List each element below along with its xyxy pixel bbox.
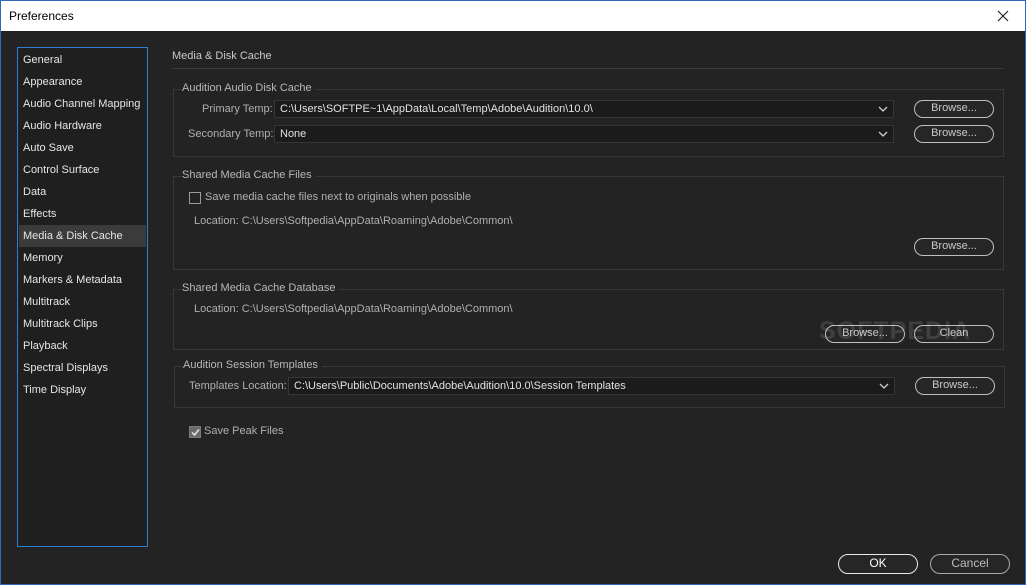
ok-button[interactable]: OK xyxy=(838,554,918,574)
primary-temp-label: Primary Temp: xyxy=(202,103,273,115)
save-next-to-originals-checkbox[interactable] xyxy=(189,192,201,204)
sidebar-item-playback[interactable]: Playback xyxy=(19,335,146,357)
sidebar-item-audio-hardware[interactable]: Audio Hardware xyxy=(19,115,146,137)
secondary-temp-browse-button[interactable]: Browse... xyxy=(914,125,994,143)
softpedia-watermark: SOFTPEDIA xyxy=(819,317,972,345)
sidebar-item-data[interactable]: Data xyxy=(19,181,146,203)
sidebar-item-control-surface[interactable]: Control Surface xyxy=(19,159,146,181)
chevron-down-icon xyxy=(878,106,888,112)
sidebar-item-multitrack-clips[interactable]: Multitrack Clips xyxy=(19,313,146,335)
templates-location-value: C:\Users\Public\Documents\Adobe\Audition… xyxy=(294,380,626,392)
session-templates-title: Audition Session Templates xyxy=(183,359,322,371)
sidebar-item-appearance[interactable]: Appearance xyxy=(19,71,146,93)
sidebar-item-effects[interactable]: Effects xyxy=(19,203,146,225)
save-next-to-originals-label: Save media cache files next to originals… xyxy=(205,191,471,203)
category-sidebar: General Appearance Audio Channel Mapping… xyxy=(17,47,148,547)
window-title: Preferences xyxy=(9,9,74,23)
sidebar-item-memory[interactable]: Memory xyxy=(19,247,146,269)
templates-location-select[interactable]: C:\Users\Public\Documents\Adobe\Audition… xyxy=(288,377,895,395)
preferences-window: Preferences General Appearance Audio Cha… xyxy=(0,0,1026,585)
chevron-down-icon xyxy=(878,131,888,137)
sidebar-item-markers-metadata[interactable]: Markers & Metadata xyxy=(19,269,146,291)
sidebar-item-media-disk-cache[interactable]: Media & Disk Cache xyxy=(19,225,146,247)
templates-location-label: Templates Location: xyxy=(189,380,287,392)
save-peak-files-label: Save Peak Files xyxy=(204,425,284,437)
sidebar-item-general[interactable]: General xyxy=(19,49,146,71)
save-peak-files-checkbox[interactable] xyxy=(189,426,201,438)
primary-temp-select[interactable]: C:\Users\SOFTPE~1\AppData\Local\Temp\Ado… xyxy=(274,100,894,118)
secondary-temp-select[interactable]: None xyxy=(274,125,894,143)
checkmark-icon xyxy=(191,429,200,437)
secondary-temp-value: None xyxy=(280,128,307,140)
close-icon[interactable] xyxy=(981,1,1025,31)
cancel-button[interactable]: Cancel xyxy=(930,554,1010,574)
sidebar-item-spectral-displays[interactable]: Spectral Displays xyxy=(19,357,146,379)
shared-files-browse-button[interactable]: Browse... xyxy=(914,238,994,256)
title-bar: Preferences xyxy=(1,1,1025,31)
heading-divider xyxy=(172,68,1003,69)
shared-files-title: Shared Media Cache Files xyxy=(182,169,316,181)
templates-browse-button[interactable]: Browse... xyxy=(915,377,995,395)
sidebar-item-audio-channel-mapping[interactable]: Audio Channel Mapping xyxy=(19,93,146,115)
primary-temp-browse-button[interactable]: Browse... xyxy=(914,100,994,118)
secondary-temp-label: Secondary Temp: xyxy=(188,128,274,140)
primary-temp-value: C:\Users\SOFTPE~1\AppData\Local\Temp\Ado… xyxy=(280,103,593,115)
shared-files-location: Location: C:\Users\Softpedia\AppData\Roa… xyxy=(194,215,513,227)
shared-db-title: Shared Media Cache Database xyxy=(182,282,340,294)
sidebar-item-time-display[interactable]: Time Display xyxy=(19,379,146,401)
page-title: Media & Disk Cache xyxy=(172,50,272,62)
chevron-down-icon xyxy=(879,383,889,389)
sidebar-item-multitrack[interactable]: Multitrack xyxy=(19,291,146,313)
disk-cache-title: Audition Audio Disk Cache xyxy=(182,82,316,94)
shared-db-location: Location: C:\Users\Softpedia\AppData\Roa… xyxy=(194,303,513,315)
sidebar-item-auto-save[interactable]: Auto Save xyxy=(19,137,146,159)
